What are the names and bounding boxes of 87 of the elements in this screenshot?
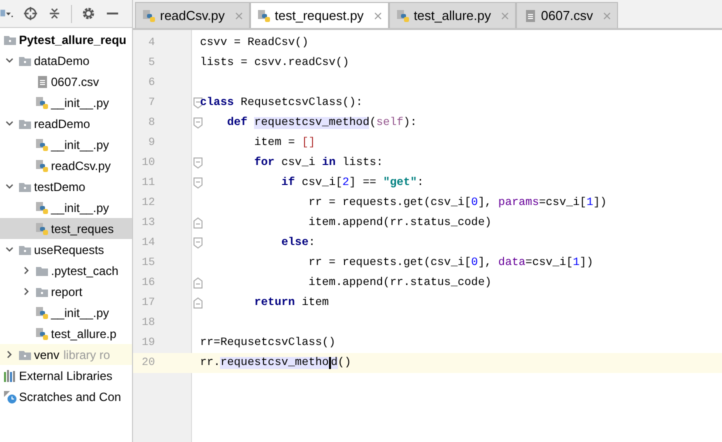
tree-item[interactable]: dataDemo — [0, 50, 132, 71]
chevron-down-icon[interactable] — [5, 56, 14, 65]
chevron-down-icon[interactable] — [5, 245, 14, 254]
chevron-right-icon[interactable] — [22, 287, 31, 296]
code-line: lists = csvv.readCsv() — [199, 57, 350, 69]
tree-item[interactable]: __init__.py — [0, 92, 132, 113]
python-file-icon — [35, 158, 49, 172]
line-number: 4 — [147, 37, 155, 49]
code-line: csvv = ReadCsv() — [199, 37, 308, 49]
line-number: 5 — [147, 57, 155, 69]
line-number: 12 — [140, 197, 155, 209]
library-root-note: library ro — [63, 348, 110, 362]
python-file-icon — [35, 306, 49, 320]
code-line: rr=RequsetcsvClass() — [199, 337, 336, 349]
fold-marker-icon[interactable] — [193, 217, 203, 229]
tree-item[interactable]: report — [0, 281, 132, 302]
collapse-all-icon[interactable] — [47, 6, 62, 21]
python-file-icon — [35, 326, 49, 340]
line-number: 11 — [140, 177, 155, 189]
chevron-right-icon[interactable] — [5, 350, 14, 359]
code-line: else: — [280, 237, 316, 249]
line-number: 16 — [140, 277, 155, 289]
tree-item[interactable]: 0607.csv — [0, 71, 132, 92]
python-file-icon — [35, 200, 49, 214]
tree-item[interactable]: .pytest_cach — [0, 260, 132, 281]
line-number: 7 — [147, 97, 155, 109]
line-number: 13 — [140, 217, 155, 229]
tree-item[interactable]: __init__.py — [0, 197, 132, 218]
chevron-down-icon[interactable] — [5, 182, 14, 191]
tree-item[interactable]: readCsv.py — [0, 155, 132, 176]
text-file-icon — [523, 8, 538, 22]
line-number: 10 — [140, 157, 155, 169]
line-number: 6 — [147, 77, 155, 89]
python-file-icon — [396, 8, 410, 22]
editor-tab[interactable]: 0607.csv — [516, 2, 618, 28]
tree-item[interactable]: testDemo — [0, 176, 132, 197]
chevron-right-icon[interactable] — [22, 266, 31, 275]
editor-tab[interactable]: readCsv.py — [135, 2, 250, 28]
code-line: return item — [253, 297, 329, 309]
line-number: 17 — [140, 297, 155, 309]
fold-marker-icon[interactable] — [193, 117, 203, 129]
code-line: item.append(rr.status_code) — [307, 277, 492, 289]
scratches-icon — [3, 390, 17, 404]
tree-item[interactable]: __init__.py — [0, 302, 132, 323]
code-line: class RequsetcsvClass(): — [199, 97, 363, 109]
fold-marker-icon[interactable] — [193, 177, 203, 189]
code-line: rr.requestcsv_metho d() — [199, 357, 352, 369]
editor-tab[interactable]: test_allure.py — [388, 2, 516, 28]
tree-item[interactable]: Pytest_allure_requ — [0, 29, 132, 50]
line-number: 19 — [140, 337, 155, 349]
line-number: 14 — [140, 237, 155, 249]
libraries-icon — [3, 368, 17, 382]
tree-item[interactable]: test_allure.p — [0, 323, 132, 344]
code-line: rr = requests.get(csv_i[0], params=csv_i[1]) — [307, 197, 607, 209]
code-line: rr = requests.get(csv_i[0], data=csv_i[1]) — [307, 257, 594, 269]
line-number: 15 — [140, 257, 155, 269]
tree-item[interactable]: External Libraries — [0, 365, 132, 386]
line-number: 9 — [147, 137, 155, 149]
fold-marker-icon[interactable] — [193, 157, 203, 169]
tree-item[interactable]: venv library ro — [0, 344, 132, 365]
line-number: 20 — [140, 357, 155, 369]
python-file-icon — [142, 8, 156, 22]
line-number: 8 — [147, 117, 155, 129]
python-file-icon — [35, 96, 49, 110]
editor-tab[interactable]: test_request.py — [250, 2, 389, 28]
code-line: item.append(rr.status_code) — [307, 217, 492, 229]
chevron-down-icon[interactable] — [5, 119, 14, 128]
code-line: if csv_i[2] == "get": — [280, 177, 424, 189]
close-icon[interactable] — [374, 12, 382, 20]
python-file-icon — [35, 222, 49, 236]
tree-item[interactable]: test_reques — [0, 218, 132, 239]
tree-item[interactable]: __init__.py — [0, 134, 132, 155]
python-file-icon — [35, 138, 49, 152]
tree-item[interactable]: readDemo — [0, 113, 132, 134]
locate-icon[interactable] — [23, 6, 38, 21]
fold-marker-icon[interactable] — [193, 297, 203, 309]
tree-item[interactable]: Scratches and Con — [0, 386, 132, 407]
code-line: for csv_i in lists: — [253, 157, 384, 169]
line-number: 18 — [140, 317, 155, 329]
code-line: def requestcsv_method(self): — [226, 117, 417, 129]
text-file-icon — [35, 74, 49, 88]
fold-marker-icon[interactable] — [193, 237, 203, 249]
settings-icon[interactable] — [81, 6, 96, 21]
python-file-icon — [256, 8, 271, 22]
code-line: item = [] — [253, 137, 316, 149]
fold-marker-icon[interactable] — [193, 277, 203, 289]
tree-item[interactable]: useRequests — [0, 239, 132, 260]
